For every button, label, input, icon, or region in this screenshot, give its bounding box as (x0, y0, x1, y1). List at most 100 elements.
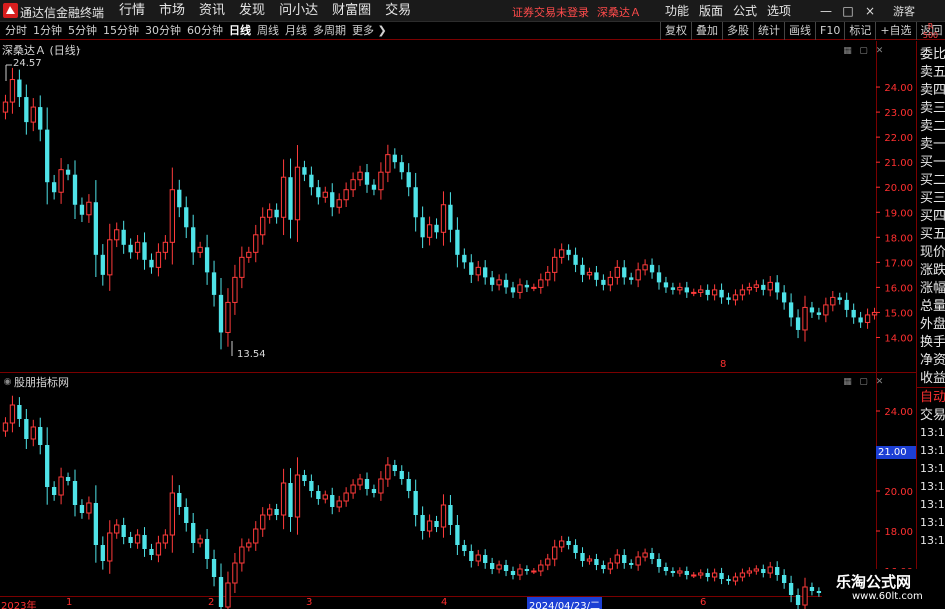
menu-discover[interactable]: 发现 (232, 0, 272, 22)
sub-candle-body (399, 471, 404, 479)
side-tab-trade[interactable]: 交易 (920, 408, 945, 423)
minimize-button[interactable]: — (818, 0, 834, 22)
statistics-button[interactable]: 统计 (753, 22, 784, 40)
tab-daily[interactable]: 日线 (226, 22, 254, 40)
tab-multi-period[interactable]: 多周期 (310, 22, 349, 40)
restore-rights-button[interactable]: 复权 (660, 22, 691, 40)
main-candle-body (169, 189, 175, 243)
sub-candle-body (225, 582, 231, 608)
tab-30min[interactable]: 30分钟 (142, 22, 184, 40)
menu-market[interactable]: 市场 (152, 0, 192, 22)
menu-layout[interactable]: 版面 (694, 0, 728, 22)
main-candle-body (601, 279, 606, 285)
menu-options[interactable]: 选项 (762, 0, 796, 22)
tab-more[interactable]: 更多 ❯ (349, 22, 390, 40)
menu-quotes[interactable]: 行情 (112, 0, 152, 22)
main-candle-body (781, 292, 787, 303)
tab-1min[interactable]: 1分钟 (30, 22, 65, 40)
add-watchlist-button[interactable]: +自选 (875, 22, 915, 40)
sub-chart-label[interactable]: 股朋指标网 (14, 374, 69, 390)
sub-candle-body (732, 576, 739, 582)
tab-60min[interactable]: 60分钟 (184, 22, 226, 40)
sub-grid-icon[interactable]: ▦ (842, 377, 853, 388)
sub-candle-body (17, 405, 22, 419)
draw-line-button[interactable]: 画线 (784, 22, 815, 40)
guest-label[interactable]: 游客 (893, 3, 915, 19)
sub-close-icon[interactable]: ✕ (874, 377, 885, 388)
chevron-down-icon[interactable]: ⌄ (73, 44, 84, 55)
sub-candle-body (350, 484, 356, 494)
sub-candle-body (65, 477, 71, 481)
sub-candle-body (364, 479, 370, 489)
tdx-logo-icon (3, 3, 18, 18)
main-chart-label[interactable]: 深桑达Ａ (日线) (2, 42, 80, 58)
sub-candle-body (440, 504, 447, 528)
restore-icon[interactable]: ▢ (858, 46, 869, 57)
panel-close-icon[interactable]: ✕ (874, 46, 885, 57)
main-candle-body (614, 266, 620, 278)
main-candle-body (434, 224, 439, 233)
menu-wealth-circle[interactable]: 财富圈 (325, 0, 378, 22)
tab-15min[interactable]: 15分钟 (100, 22, 142, 40)
sub-candle-body (649, 553, 655, 559)
sub-candle-body (177, 493, 182, 507)
f10-button[interactable]: F10 (815, 22, 844, 40)
side-tab-auto[interactable]: 自动 (920, 390, 945, 405)
side-item-change-pct: 涨幅 (920, 281, 945, 296)
sub-candle-body (469, 551, 474, 561)
sub-candle-body (288, 483, 293, 517)
sub-candle-body (385, 464, 391, 480)
mark-button[interactable]: 标记 (844, 22, 875, 40)
event-marker[interactable]: 8 (720, 359, 726, 370)
quote-side-panel: 委比 卖五 卖四 卖三 卖二 卖一 买一 买二 买三 买四 买五 现价 涨跌 涨… (916, 41, 945, 609)
trade-login-notice[interactable]: 证券交易未登录 深桑达Ａ (512, 4, 649, 20)
maximize-button[interactable]: □ (840, 0, 856, 22)
tab-monthly[interactable]: 月线 (282, 22, 310, 40)
sub-candle-body (795, 595, 801, 605)
overlay-button[interactable]: 叠加 (691, 22, 722, 40)
chart-area[interactable]: 24.00 23.00 22.00 21.00 20.00 19.00 18.00 17.00… (0, 41, 916, 609)
sub-candle-body (767, 566, 773, 574)
main-candle-body (830, 296, 836, 306)
main-candle-body (246, 251, 252, 258)
close-button[interactable]: × (862, 0, 878, 22)
r-badge: R 500 (916, 22, 945, 40)
tab-5min[interactable]: 5分钟 (65, 22, 100, 40)
main-candle-body (531, 286, 537, 289)
sub-candle-body (51, 487, 57, 495)
sub-restore-icon[interactable]: ▢ (858, 377, 869, 388)
main-candle-body (162, 241, 169, 253)
main-candle-body (343, 189, 349, 201)
main-y-tick-label: 14.00 (884, 333, 913, 344)
tab-weekly[interactable]: 周线 (254, 22, 282, 40)
sub-candle-body (739, 572, 746, 578)
menu-formula[interactable]: 公式 (728, 0, 762, 22)
main-candle-body (788, 302, 794, 318)
main-candle-body (114, 229, 120, 241)
sub-candle-body (267, 508, 273, 516)
sub-candle-body (719, 573, 724, 579)
menu-trade[interactable]: 交易 (378, 0, 418, 22)
settings-circle-icon[interactable]: ◉ (2, 377, 13, 388)
side-item-bid4: 买四 (920, 209, 945, 224)
sub-candle-body (107, 532, 113, 562)
main-candle-body (440, 204, 447, 233)
main-candle-body (309, 174, 314, 188)
grid-icon[interactable]: ▦ (842, 46, 853, 57)
menu-news[interactable]: 资讯 (192, 0, 232, 22)
kline-chart[interactable]: 24.00 23.00 22.00 21.00 20.00 19.00 18.00 17.00… (0, 41, 916, 609)
menu-functions[interactable]: 功能 (660, 0, 694, 22)
main-candle-body (462, 254, 467, 263)
sub-candle-body (538, 564, 544, 572)
main-candle-body (622, 267, 627, 278)
sub-candle-body (197, 538, 203, 544)
main-candle-body (72, 174, 78, 205)
sub-candle-body (455, 525, 460, 545)
multi-stock-button[interactable]: 多股 (722, 22, 753, 40)
sub-candle-body (622, 555, 627, 563)
main-candle-body (719, 289, 724, 298)
menu-ask-xiaoda[interactable]: 问小达 (272, 0, 325, 22)
watermark-url: www.60lt.com (852, 591, 923, 602)
main-candle-body (746, 286, 753, 291)
tab-intraday[interactable]: 分时 (2, 22, 30, 40)
